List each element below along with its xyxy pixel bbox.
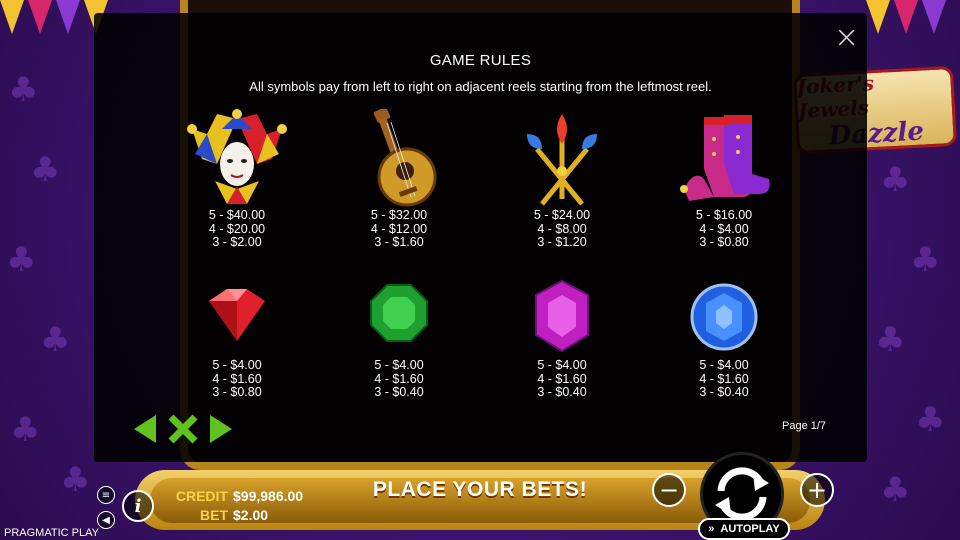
dialog-description: All symbols pay from left to right on ad… <box>249 79 712 94</box>
payout-4: 4 - $1.60 <box>537 371 587 386</box>
payout-3: 3 - $1.20 <box>537 235 587 249</box>
jester-mask-icon <box>187 109 287 204</box>
page-navigation <box>128 412 238 446</box>
payout-5: 5 - $40.00 <box>208 208 266 222</box>
purple-gem-icon <box>535 279 589 353</box>
credit-label: CREDIT <box>175 488 228 504</box>
payout-4: 4 - $20.00 <box>208 221 266 236</box>
payout-3: 3 - $0.80 <box>699 235 749 249</box>
payout-5: 5 - $4.00 <box>374 358 424 372</box>
payout-3: 3 - $0.40 <box>699 385 749 399</box>
payout-4: 4 - $1.60 <box>212 371 262 386</box>
autoplay-button[interactable]: » AUTOPLAY <box>698 518 790 540</box>
payout-5: 5 - $32.00 <box>370 208 428 222</box>
payout-3: 3 - $1.60 <box>374 235 424 249</box>
symbol-card: 5 - $4.00 4 - $1.60 3 - $0.40 <box>659 279 789 400</box>
symbol-card: 5 - $4.00 4 - $1.60 3 - $0.40 <box>497 279 627 400</box>
symbol-card: 5 - $24.00 4 - $8.00 3 - $1.20 <box>497 109 627 250</box>
next-page-icon[interactable] <box>204 412 238 446</box>
menu-icon[interactable]: ≡ <box>97 486 115 504</box>
info-button[interactable]: i <box>122 490 154 522</box>
red-gem-icon <box>209 289 265 341</box>
payout-5: 5 - $24.00 <box>533 208 591 222</box>
autoplay-label: AUTOPLAY <box>720 523 780 535</box>
payout-4: 4 - $4.00 <box>699 221 749 236</box>
payout-5: 5 - $4.00 <box>537 358 587 372</box>
decrease-bet-button[interactable]: − <box>652 473 686 507</box>
jester-boots-icon <box>680 115 770 201</box>
payout-5: 5 - $4.00 <box>212 358 262 372</box>
symbol-card: 5 - $40.00 4 - $20.00 3 - $2.00 <box>172 109 302 250</box>
payout-4: 4 - $8.00 <box>537 221 587 236</box>
payout-5: 5 - $16.00 <box>695 208 753 222</box>
payout-3: 3 - $2.00 <box>212 235 262 249</box>
symbol-card: 5 - $4.00 4 - $1.60 3 - $0.40 <box>334 279 464 400</box>
lute-icon <box>373 109 437 207</box>
bunting-right <box>866 0 950 34</box>
symbol-card: 5 - $32.00 4 - $12.00 3 - $1.60 <box>334 109 464 250</box>
payout-5: 5 - $4.00 <box>699 358 749 372</box>
bet-value: $2.00 <box>233 507 269 523</box>
provider-label: PRAGMATIC PLAY <box>4 527 99 539</box>
sound-icon[interactable]: ◀ <box>97 511 115 529</box>
payout-4: 4 - $12.00 <box>370 221 428 236</box>
symbol-card: 5 - $4.00 4 - $1.60 3 - $0.80 <box>172 279 302 400</box>
symbol-card: 5 - $16.00 4 - $4.00 3 - $0.80 <box>659 109 789 250</box>
page-indicator: Page 1/7 <box>782 420 827 432</box>
play-icon: » <box>708 523 715 535</box>
green-gem-icon <box>370 284 428 342</box>
blue-gem-icon <box>690 283 758 351</box>
payout-3: 3 - $0.40 <box>374 385 424 399</box>
status-message: PLACE YOUR BETS! <box>372 478 588 501</box>
payout-4: 4 - $1.60 <box>374 371 424 386</box>
previous-page-icon[interactable] <box>128 412 162 446</box>
dialog-title: GAME RULES <box>429 52 532 69</box>
increase-bet-button[interactable]: + <box>800 473 834 507</box>
bet-display: BET $2.00 <box>172 507 268 523</box>
close-rules-icon[interactable] <box>166 412 200 446</box>
payout-4: 4 - $1.60 <box>699 371 749 386</box>
payout-3: 3 - $0.80 <box>212 385 262 399</box>
credit-display: CREDIT $99,986.00 <box>172 488 303 504</box>
scepters-icon <box>527 114 597 206</box>
close-icon[interactable]: × <box>834 23 859 53</box>
bet-label: BET <box>200 507 228 523</box>
game-rules-dialog: × GAME RULES All symbols pay from left t… <box>94 13 867 462</box>
payout-3: 3 - $0.40 <box>537 385 587 399</box>
credit-value: $99,986.00 <box>233 488 304 504</box>
